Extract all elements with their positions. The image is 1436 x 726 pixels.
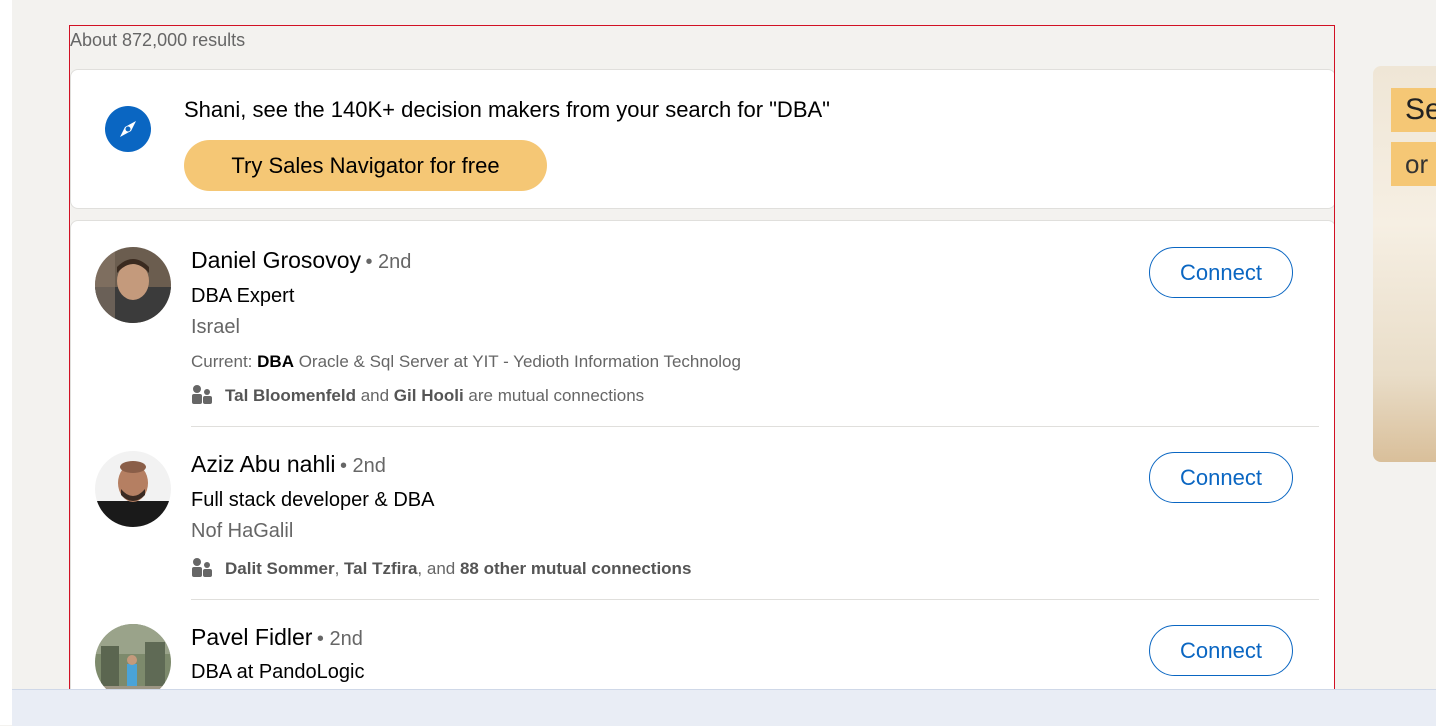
person-name[interactable]: Aziz Abu nahli xyxy=(191,451,335,477)
mutual-count: 88 other mutual connections xyxy=(459,559,692,578)
connection-degree: • 2nd xyxy=(316,628,363,650)
current-position: Current: DBA Oracle & Sql Server at YIT … xyxy=(191,352,741,372)
person-name-line: Daniel Grosovoy • 2nd xyxy=(191,247,411,274)
messaging-bar xyxy=(12,689,1436,726)
ad-title: Se xyxy=(1391,88,1436,132)
ad-subtitle: or xyxy=(1391,142,1436,186)
divider xyxy=(191,599,1319,600)
sidebar-ad[interactable]: Se or xyxy=(1373,66,1436,462)
connect-button[interactable]: Connect xyxy=(1149,247,1293,298)
connect-button[interactable]: Connect xyxy=(1149,452,1293,503)
current-detail: Oracle & Sql Server at YIT - Yedioth Inf… xyxy=(293,352,741,371)
mutual-connections[interactable]: Dalit Sommer, Tal Tzfira, and 88 other m… xyxy=(191,557,691,579)
connection-degree: • 2nd xyxy=(365,251,412,273)
person-name[interactable]: Pavel Fidler xyxy=(191,624,312,650)
connect-button[interactable]: Connect xyxy=(1149,625,1293,676)
results-count: About 872,000 results xyxy=(70,30,246,50)
mutual-name: Tal Tzfira xyxy=(344,559,418,578)
current-keyword: DBA xyxy=(257,352,294,371)
mutual-name: Dalit Sommer xyxy=(225,559,335,578)
compass-icon xyxy=(105,106,151,152)
person-name-line: Pavel Fidler • 2nd xyxy=(191,624,363,651)
avatar[interactable] xyxy=(95,247,171,323)
promo-text: Shani, see the 140K+ decision makers fro… xyxy=(184,97,830,122)
avatar[interactable] xyxy=(95,624,171,697)
mutual-connections[interactable]: Tal Bloomenfeld and Gil Hooli are mutual… xyxy=(191,384,644,406)
person-name-line: Aziz Abu nahli • 2nd xyxy=(191,451,386,478)
person-name[interactable]: Daniel Grosovoy xyxy=(191,247,361,273)
left-edge xyxy=(0,0,12,725)
people-icon xyxy=(192,385,212,404)
search-results-panel: About 872,000 results Shani, see the 140… xyxy=(69,25,1335,698)
mutual-rest: are mutual connections xyxy=(463,386,645,405)
person-headline: DBA at PandoLogic xyxy=(191,661,365,683)
sales-navigator-promo: Shani, see the 140K+ decision makers fro… xyxy=(70,69,1334,209)
mutual-sep: , and xyxy=(417,559,460,578)
mutual-sep: , xyxy=(334,559,345,578)
people-icon xyxy=(192,558,212,577)
connection-degree: • 2nd xyxy=(339,455,386,477)
people-results-list: Daniel Grosovoy • 2nd DBA Expert Israel … xyxy=(70,220,1334,697)
avatar[interactable] xyxy=(95,451,171,527)
mutual-name: Gil Hooli xyxy=(393,386,464,405)
person-location: Nof HaGalil xyxy=(191,520,294,542)
divider xyxy=(191,426,1319,427)
mutual-sep: and xyxy=(355,386,394,405)
mutual-name: Tal Bloomenfeld xyxy=(225,386,356,405)
person-location: Israel xyxy=(191,316,240,338)
person-headline: DBA Expert xyxy=(191,285,295,307)
try-sales-navigator-button[interactable]: Try Sales Navigator for free xyxy=(184,140,547,191)
person-headline: Full stack developer & DBA xyxy=(191,489,435,511)
current-prefix: Current: xyxy=(191,352,258,371)
